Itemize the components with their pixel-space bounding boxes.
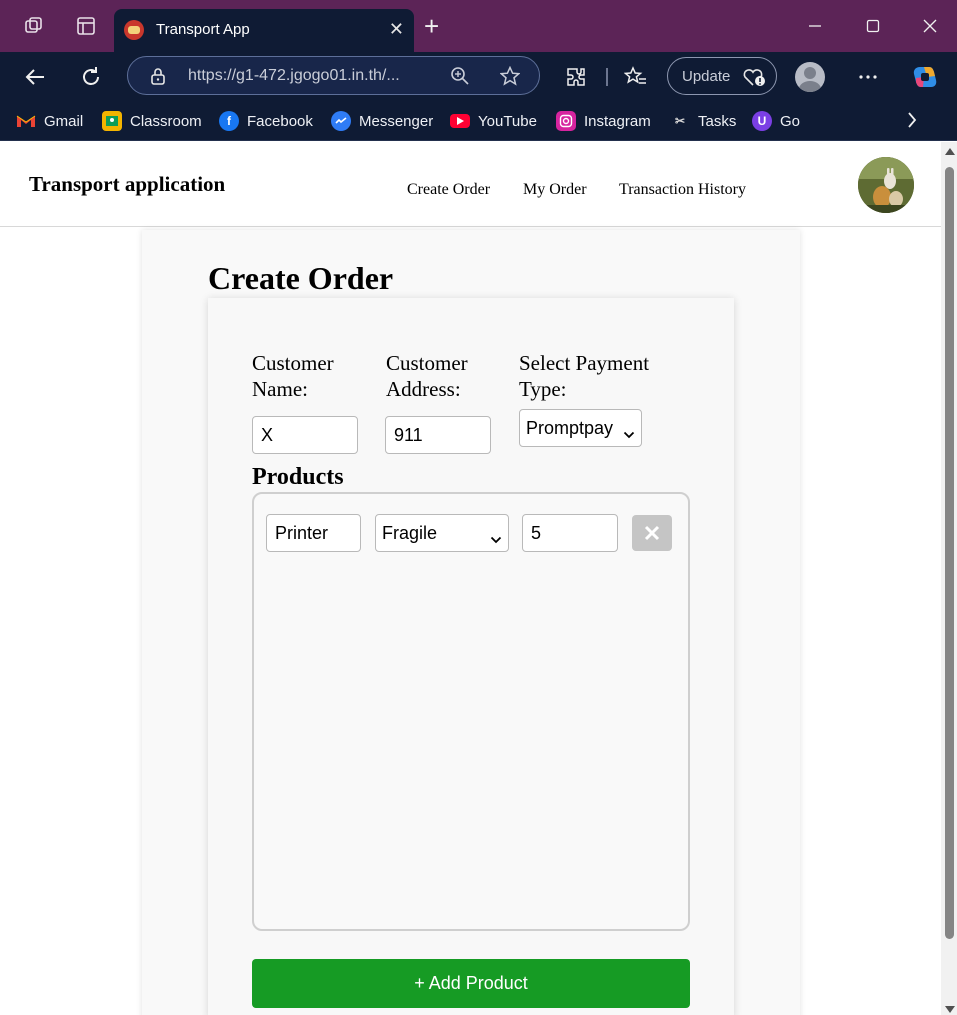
- browser-toolbar: https://g1-472.jgogo01.in.th/... Update: [0, 52, 957, 101]
- youtube-icon: [450, 114, 470, 128]
- product-type-value: Fragile: [382, 523, 438, 543]
- close-window-icon[interactable]: [915, 12, 945, 40]
- bookmark-label: Messenger: [359, 112, 434, 130]
- bookmark-tasks[interactable]: ✂ Tasks: [670, 110, 736, 132]
- bookmark-label: Facebook: [247, 112, 313, 130]
- app-brand: Transport application: [29, 172, 226, 196]
- products-heading: Products: [252, 464, 344, 490]
- go-icon: U: [752, 111, 772, 131]
- facebook-icon: f: [219, 111, 239, 131]
- payment-type-select[interactable]: Promptpay: [519, 409, 642, 447]
- chevron-down-icon: [623, 423, 635, 444]
- toolbar-divider: [606, 68, 608, 86]
- bookmark-messenger[interactable]: Messenger: [331, 110, 433, 132]
- classroom-icon: [102, 111, 122, 131]
- profile-avatar-icon[interactable]: [795, 62, 825, 92]
- customer-address-label: Customer Address:: [386, 351, 468, 401]
- customer-name-label: Customer Name:: [252, 351, 334, 401]
- favorite-star-icon[interactable]: [499, 65, 521, 91]
- product-type-select[interactable]: Fragile: [375, 514, 509, 552]
- bookmark-gmail[interactable]: Gmail: [16, 110, 83, 132]
- close-icon: [644, 525, 660, 541]
- update-heart-icon: [742, 67, 766, 92]
- bookmark-youtube[interactable]: YouTube: [450, 110, 537, 132]
- address-url: https://g1-472.jgogo01.in.th/...: [188, 67, 400, 84]
- refresh-icon[interactable]: [76, 62, 106, 92]
- page-title: Create Order: [208, 260, 394, 296]
- extensions-icon[interactable]: [561, 62, 591, 92]
- bookmarks-bar: Gmail Classroom f Facebook Messenger You…: [0, 101, 957, 141]
- add-product-button[interactable]: + Add Product: [252, 959, 690, 1008]
- app-header: Transport application Create Order My Or…: [0, 142, 941, 227]
- customer-name-input[interactable]: X: [252, 416, 358, 454]
- copilot-icon[interactable]: [910, 62, 940, 92]
- products-list: [252, 492, 690, 931]
- lock-icon[interactable]: [150, 67, 166, 90]
- minimize-icon[interactable]: [800, 12, 830, 40]
- bookmark-label: Go: [780, 112, 801, 130]
- nav-my-order[interactable]: My Order: [523, 181, 587, 199]
- update-button[interactable]: Update: [667, 57, 777, 95]
- messenger-icon: [331, 111, 351, 131]
- tasks-icon: ✂: [674, 114, 686, 128]
- bookmark-label: Classroom: [130, 112, 202, 130]
- nav-transaction-history[interactable]: Transaction History: [619, 181, 746, 199]
- chevron-down-icon: [490, 528, 502, 549]
- bookmark-facebook[interactable]: f Facebook: [219, 110, 313, 132]
- tab-actions-icon[interactable]: [74, 14, 98, 38]
- user-avatar[interactable]: [858, 157, 914, 213]
- new-tab-icon[interactable]: +: [424, 13, 439, 39]
- address-bar[interactable]: https://g1-472.jgogo01.in.th/...: [127, 56, 540, 95]
- back-icon[interactable]: [20, 62, 50, 92]
- bookmark-label: Tasks: [698, 112, 737, 130]
- scroll-thumb[interactable]: [945, 167, 954, 939]
- gmail-icon: [16, 111, 36, 131]
- zoom-icon[interactable]: [450, 66, 470, 91]
- page-viewport: Transport application Create Order My Or…: [0, 142, 941, 1015]
- customer-address-input[interactable]: 911: [385, 416, 491, 454]
- maximize-icon[interactable]: [858, 12, 888, 40]
- scroll-down-arrow-icon[interactable]: [945, 1006, 955, 1013]
- favorites-icon[interactable]: [621, 62, 651, 92]
- payment-type-value: Promptpay: [526, 418, 614, 438]
- bookmarks-overflow-chevron-icon[interactable]: [906, 110, 918, 135]
- payment-type-label: Select Payment Type:: [519, 351, 650, 401]
- bookmark-instagram[interactable]: Instagram: [556, 110, 651, 132]
- update-label: Update: [682, 68, 731, 85]
- bookmark-label: Gmail: [44, 112, 84, 130]
- bookmark-label: YouTube: [478, 112, 537, 130]
- product-quantity-input[interactable]: 5: [522, 514, 618, 552]
- bookmark-classroom[interactable]: Classroom: [102, 110, 202, 132]
- nav-create-order[interactable]: Create Order: [407, 181, 490, 199]
- instagram-icon: [556, 111, 576, 131]
- bookmark-go[interactable]: U Go: [752, 110, 800, 132]
- bookmark-label: Instagram: [584, 112, 651, 130]
- remove-product-button[interactable]: [632, 515, 672, 551]
- tab-favicon-icon: [124, 20, 144, 40]
- page-scrollbar[interactable]: [941, 142, 957, 1015]
- tab-title: Transport App: [156, 21, 250, 38]
- workspaces-icon[interactable]: [22, 14, 46, 38]
- product-name-input[interactable]: Printer: [266, 514, 361, 552]
- tab-close-icon[interactable]: ✕: [389, 19, 404, 39]
- browser-titlebar: Transport App ✕ +: [0, 0, 957, 52]
- active-tab[interactable]: Transport App ✕: [114, 9, 414, 52]
- scroll-up-arrow-icon[interactable]: [945, 148, 955, 155]
- more-menu-icon[interactable]: [853, 62, 883, 92]
